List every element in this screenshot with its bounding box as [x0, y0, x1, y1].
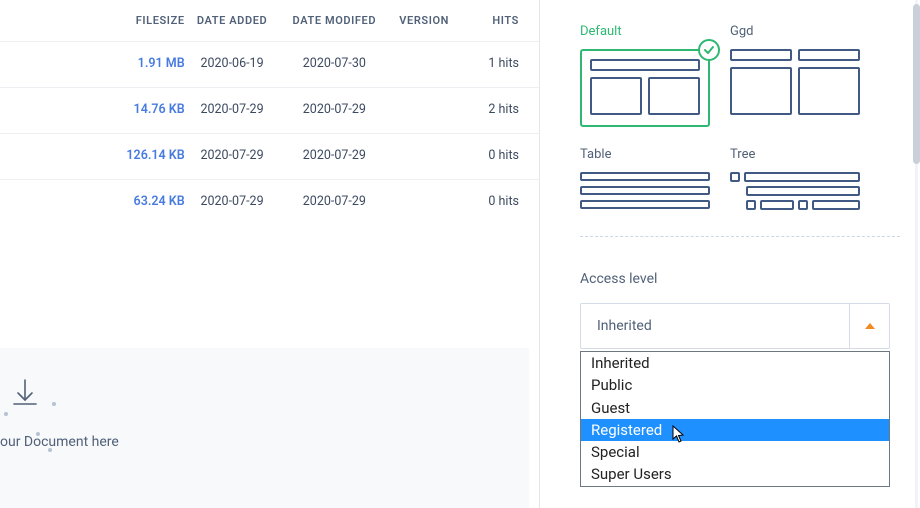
cell-hits: 0 hits	[459, 194, 519, 209]
theme-label: Table	[580, 147, 710, 162]
theme-card-tree[interactable]: Tree	[730, 147, 860, 210]
table-row[interactable]: 14.76 KB 2020-07-29 2020-07-29 2 hits	[0, 87, 539, 131]
decor-dot	[36, 432, 40, 436]
col-header-date-added[interactable]: DATE ADDED	[185, 14, 280, 27]
cell-date-modified: 2020-07-30	[279, 56, 389, 71]
cell-filesize[interactable]: 63.24 KB	[0, 194, 185, 209]
cell-date-added: 2020-07-29	[185, 102, 280, 117]
dropzone[interactable]: our Document here	[0, 348, 529, 508]
dropdown-option-registered[interactable]: Registered	[581, 419, 889, 441]
theme-card-default[interactable]: Default	[580, 24, 710, 127]
col-header-hits[interactable]: HITS	[459, 14, 519, 27]
dropzone-text: our Document here	[0, 434, 519, 450]
download-icon	[12, 393, 38, 412]
cell-date-added: 2020-07-29	[185, 194, 280, 209]
access-level-label: Access level	[580, 271, 900, 287]
col-header-version[interactable]: VERSION	[389, 14, 459, 27]
check-icon	[698, 39, 720, 61]
cell-filesize[interactable]: 126.14 KB	[0, 148, 185, 163]
col-header-date-modified[interactable]: DATE MODIFED	[279, 14, 389, 27]
theme-label: Tree	[730, 147, 860, 162]
chevron-up-icon[interactable]	[849, 304, 889, 348]
scrollbar[interactable]	[913, 4, 920, 164]
file-table: FILESIZE DATE ADDED DATE MODIFED VERSION…	[0, 0, 539, 223]
cell-date-added: 2020-07-29	[185, 148, 280, 163]
table-row[interactable]: 126.14 KB 2020-07-29 2020-07-29 0 hits	[0, 133, 539, 177]
dropdown-option-guest[interactable]: Guest	[581, 397, 889, 419]
cell-filesize[interactable]: 14.76 KB	[0, 102, 185, 117]
dropdown-option-inherited[interactable]: Inherited	[581, 352, 889, 374]
table-row[interactable]: 1.91 MB 2020-06-19 2020-07-30 1 hits	[0, 41, 539, 85]
dropdown-option-special[interactable]: Special	[581, 441, 889, 463]
file-table-header: FILESIZE DATE ADDED DATE MODIFED VERSION…	[0, 0, 539, 41]
theme-card-ggd[interactable]: Ggd	[730, 24, 860, 127]
table-row[interactable]: 63.24 KB 2020-07-29 2020-07-29 0 hits	[0, 179, 539, 223]
theme-card-table[interactable]: Table	[580, 147, 710, 210]
cell-hits: 1 hits	[459, 56, 519, 71]
cell-date-added: 2020-06-19	[185, 56, 280, 71]
select-value: Inherited	[597, 318, 652, 334]
divider	[580, 236, 900, 237]
theme-label: Default	[580, 24, 710, 39]
decor-dot	[4, 412, 8, 416]
decor-dot	[52, 402, 56, 406]
col-header-filesize[interactable]: FILESIZE	[0, 14, 185, 27]
access-level-dropdown[interactable]: Inherited Public Guest Registered Specia…	[580, 351, 890, 487]
cell-date-modified: 2020-07-29	[279, 102, 389, 117]
cell-date-modified: 2020-07-29	[279, 194, 389, 209]
dropdown-option-public[interactable]: Public	[581, 374, 889, 396]
cell-date-modified: 2020-07-29	[279, 148, 389, 163]
decor-dot	[48, 448, 52, 452]
access-level-select[interactable]: Inherited Inherited Public Guest Registe…	[580, 303, 890, 349]
cell-filesize[interactable]: 1.91 MB	[0, 56, 185, 71]
settings-pane: Default Ggd T	[540, 0, 920, 508]
theme-selector: Default Ggd T	[580, 24, 900, 210]
dropdown-option-super-users[interactable]: Super Users	[581, 463, 889, 485]
file-list-pane: FILESIZE DATE ADDED DATE MODIFED VERSION…	[0, 0, 540, 508]
theme-label: Ggd	[730, 24, 860, 39]
cell-hits: 2 hits	[459, 102, 519, 117]
cell-hits: 0 hits	[459, 148, 519, 163]
